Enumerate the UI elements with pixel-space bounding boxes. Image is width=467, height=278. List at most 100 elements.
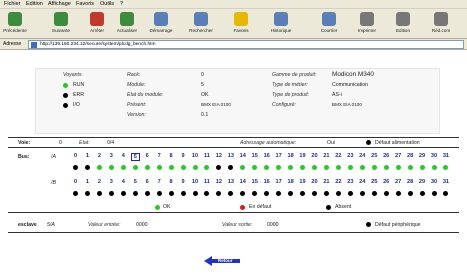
bus-a-slave-25[interactable]: 25 xyxy=(370,153,379,159)
bus-b-slave-26[interactable]: 26 xyxy=(382,179,391,185)
bus-a-slave-20[interactable]: 20 xyxy=(310,153,319,159)
bus-b-slave-20[interactable]: 20 xyxy=(310,179,319,185)
bus-a-slave-9[interactable]: 9 xyxy=(179,153,188,159)
bus-b-slave-8[interactable]: 8 xyxy=(167,179,176,185)
toolbar-button-11[interactable]: Réd.com xyxy=(422,10,460,38)
bus-a-slave-28[interactable]: 28 xyxy=(406,153,415,159)
bus-b-slave-15[interactable]: 15 xyxy=(250,179,259,185)
bus-a-status-dot xyxy=(335,165,341,170)
bus-b-slave-5[interactable]: 5 xyxy=(131,179,140,185)
menu-affichage[interactable]: Affichage xyxy=(48,1,71,7)
bus-a-slave-5[interactable]: 5 xyxy=(130,153,140,161)
bus-a-slave-26[interactable]: 26 xyxy=(382,153,391,159)
bus-a-slave-1[interactable]: 1 xyxy=(83,153,92,159)
bus-a-status-dot xyxy=(108,165,114,170)
defaut-periph-icon xyxy=(366,222,371,227)
bus-a-slave-8[interactable]: 8 xyxy=(167,153,176,159)
bus-b-status-dot xyxy=(347,191,353,196)
menu-help[interactable]: ? xyxy=(120,1,123,7)
toolbar-button-10[interactable]: Edition xyxy=(384,10,422,38)
menu-edition[interactable]: Edition xyxy=(26,1,43,7)
bus-b-slave-1[interactable]: 1 xyxy=(83,179,92,185)
bus-b-slave-27[interactable]: 27 xyxy=(394,179,403,185)
etat-label: Etat du module: xyxy=(127,92,164,98)
bus-a-slave-18[interactable]: 18 xyxy=(286,153,295,159)
bus-a-slave-2[interactable]: 2 xyxy=(95,153,104,159)
bus-b-slave-3[interactable]: 3 xyxy=(107,179,116,185)
bus-a-slave-13[interactable]: 13 xyxy=(226,153,235,159)
esclave-value: 5/A xyxy=(47,222,55,228)
toolbar-button-8[interactable]: Courrier xyxy=(310,10,348,38)
bus-b-slave-2[interactable]: 2 xyxy=(95,179,104,185)
bus-a-slave-11[interactable]: 11 xyxy=(202,153,211,159)
bus-a-slave-21[interactable]: 21 xyxy=(322,153,331,159)
bus-b-slave-23[interactable]: 23 xyxy=(346,179,355,185)
address-input[interactable]: http://139.160.234.12/secure/system/plcd… xyxy=(28,40,464,49)
bus-a-slave-29[interactable]: 29 xyxy=(418,153,427,159)
bus-b-slave-0[interactable]: 0 xyxy=(71,179,80,185)
bus-b-slave-17[interactable]: 17 xyxy=(274,179,283,185)
bus-a-slave-3[interactable]: 3 xyxy=(107,153,116,159)
bus-a-slave-17[interactable]: 17 xyxy=(274,153,283,159)
bus-b-slave-7[interactable]: 7 xyxy=(155,179,164,185)
bus-b-slave-25[interactable]: 25 xyxy=(370,179,379,185)
back-button[interactable]: Retour xyxy=(204,256,240,266)
bus-a-slave-7[interactable]: 7 xyxy=(155,153,164,159)
bus-a-slave-0[interactable]: 0 xyxy=(71,153,80,159)
toolbar-button-5[interactable]: Rechercher xyxy=(182,10,220,38)
toolbar-button-7[interactable]: Historique xyxy=(262,10,300,38)
bus-b-slave-22[interactable]: 22 xyxy=(334,179,343,185)
toolbar-button-3[interactable]: Actualiser xyxy=(108,10,146,38)
bus-a-slave-16[interactable]: 16 xyxy=(262,153,271,159)
bus-a-slave-27[interactable]: 27 xyxy=(394,153,403,159)
bus-b-status-dot xyxy=(407,191,413,196)
bus-b-slave-30[interactable]: 30 xyxy=(430,179,439,185)
bus-a-slave-6[interactable]: 6 xyxy=(143,153,152,159)
bus-a-status-dot xyxy=(156,165,162,170)
bus-a-slave-15[interactable]: 15 xyxy=(250,153,259,159)
bus-b-slave-28[interactable]: 28 xyxy=(406,179,415,185)
bus-a-slave-12[interactable]: 12 xyxy=(214,153,223,159)
bus-a-status-dot xyxy=(204,165,210,170)
toolbar-button-9[interactable]: Imprimer xyxy=(348,10,386,38)
bus-b-status-dot xyxy=(264,191,270,196)
menu-outils[interactable]: Outils xyxy=(100,1,114,7)
bus-a-status-dot xyxy=(300,165,306,170)
bus-b-slave-16[interactable]: 16 xyxy=(262,179,271,185)
menu-fichier[interactable]: Fichier xyxy=(4,1,21,7)
bus-b-slave-31[interactable]: 31 xyxy=(441,179,450,185)
bus-b-slave-21[interactable]: 21 xyxy=(322,179,331,185)
bus-b-slave-14[interactable]: 14 xyxy=(238,179,247,185)
bus-b-slave-10[interactable]: 10 xyxy=(191,179,200,185)
menu-bar: Fichier Edition Affichage Favoris Outils… xyxy=(0,0,467,9)
bus-a-slave-10[interactable]: 10 xyxy=(191,153,200,159)
toolbar-button-6[interactable]: Favoris xyxy=(222,10,260,38)
bus-a-slave-4[interactable]: 4 xyxy=(119,153,128,159)
bus-a-slave-14[interactable]: 14 xyxy=(238,153,247,159)
toolbar-button-1[interactable]: Suivante xyxy=(42,10,80,38)
bus-b-slave-11[interactable]: 11 xyxy=(202,179,211,185)
bus-b-slave-12[interactable]: 12 xyxy=(214,179,223,185)
bus-a-slave-30[interactable]: 30 xyxy=(430,153,439,159)
bus-b-slave-6[interactable]: 6 xyxy=(143,179,152,185)
bus-a-status-dot xyxy=(312,165,317,170)
bus-b-slave-13[interactable]: 13 xyxy=(226,179,235,185)
toolbar-button-4[interactable]: Démarrage xyxy=(142,10,180,38)
bus-a-slave-23[interactable]: 23 xyxy=(346,153,355,159)
bus-a-status-dot xyxy=(144,165,150,170)
bus-b-slave-4[interactable]: 4 xyxy=(119,179,128,185)
bus-b-slave-9[interactable]: 9 xyxy=(179,179,188,185)
bus-a-slave-24[interactable]: 24 xyxy=(358,153,367,159)
menu-favoris[interactable]: Favoris xyxy=(76,1,94,7)
bus-a-status-dot xyxy=(431,165,437,170)
bus-b-slave-18[interactable]: 18 xyxy=(286,179,295,185)
bus-b-slave-24[interactable]: 24 xyxy=(358,179,367,185)
bus-a-slave-31[interactable]: 31 xyxy=(441,153,450,159)
bus-a-slave-22[interactable]: 22 xyxy=(334,153,343,159)
bus-b-slave-29[interactable]: 29 xyxy=(418,179,427,185)
bus-b-slave-19[interactable]: 19 xyxy=(298,179,307,185)
bus-a-slave-19[interactable]: 19 xyxy=(298,153,307,159)
toolbar-button-0[interactable]: Précédente xyxy=(0,10,34,38)
bus-a-status-dot xyxy=(288,165,294,170)
toolbar-button-label: Historique xyxy=(270,28,292,33)
